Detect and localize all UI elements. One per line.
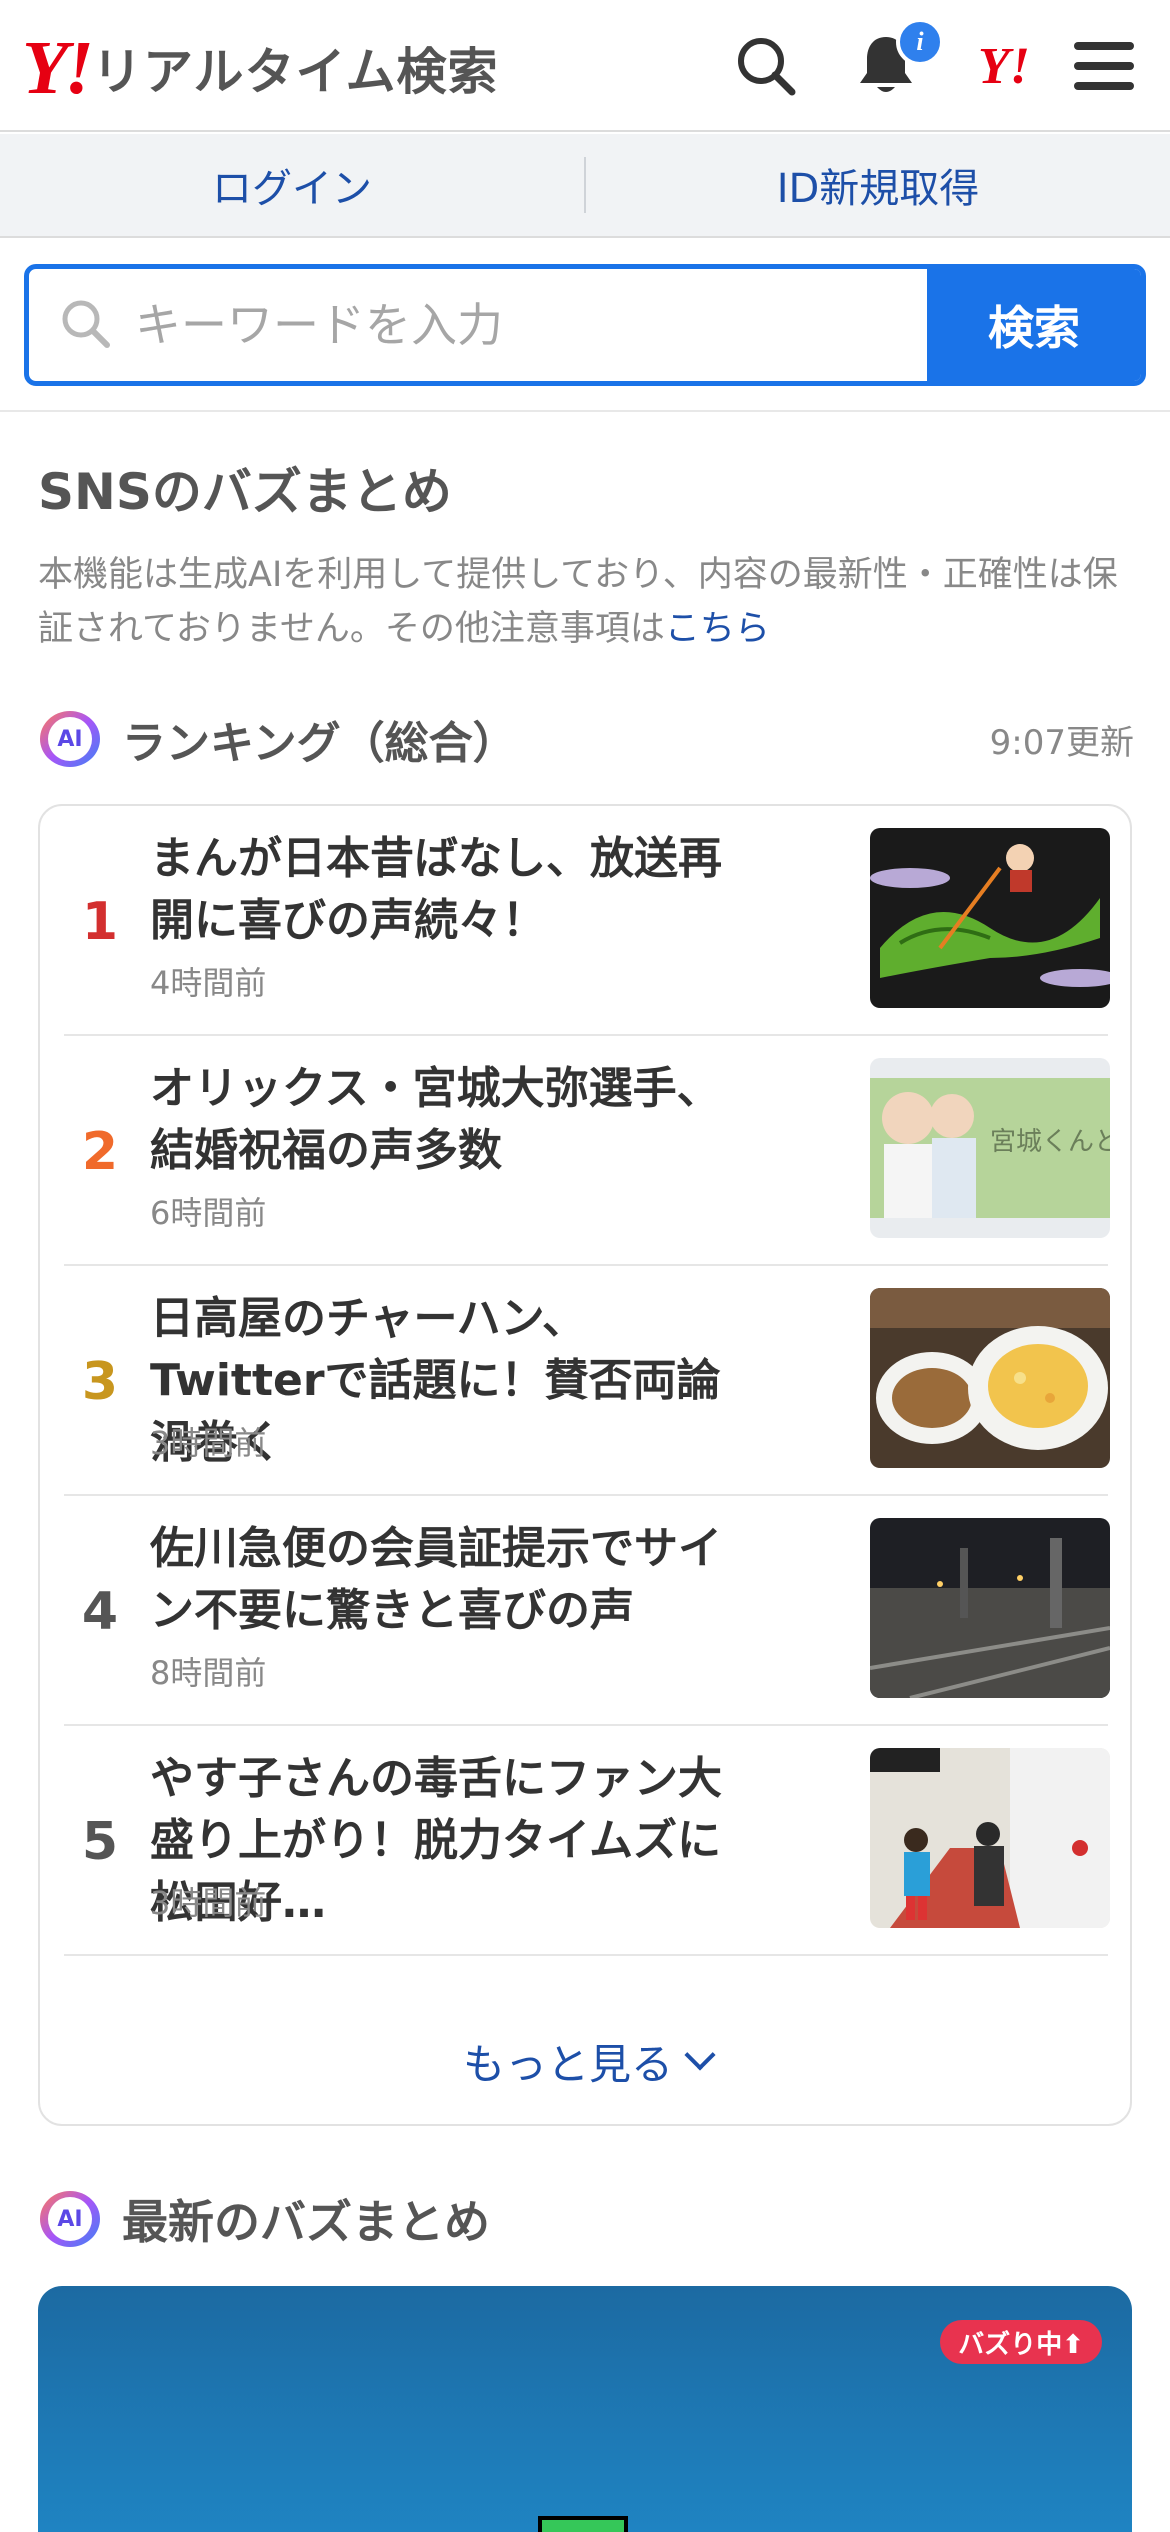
trending-badge: バズり中⬆ bbox=[940, 2320, 1102, 2364]
chevron-down-icon bbox=[684, 2039, 716, 2071]
thumbnail-image bbox=[870, 1288, 1110, 1468]
rank-title: まんが日本昔ばなし、放送再開に喜びの声続々！ bbox=[150, 833, 722, 946]
search-field bbox=[29, 269, 927, 381]
latest-buzz-card[interactable]: バズり中⬆ bbox=[38, 2286, 1132, 2532]
disclaimer-link[interactable]: こちら bbox=[665, 609, 770, 649]
login-link[interactable]: ログイン bbox=[0, 156, 584, 214]
ai-label: AI bbox=[48, 717, 92, 761]
card-illustration bbox=[538, 2516, 628, 2532]
rank-time: 3時間前 bbox=[150, 1424, 267, 1462]
rank-title: オリックス・宮城大弥選手、結婚祝福の声多数 bbox=[150, 1063, 721, 1176]
logo-text: リアルタイム検索 bbox=[92, 43, 499, 101]
more-label: もっと見る bbox=[462, 2039, 673, 2089]
ranking-item[interactable]: 2 オリックス・宮城大弥選手、結婚祝福の声多数 6時間前 宮城くんとろー bbox=[64, 1036, 1110, 1266]
ai-icon: AI bbox=[40, 2191, 100, 2247]
rank-time: 3時間前 bbox=[150, 1884, 267, 1922]
account-bar: ログイン ID新規取得 bbox=[0, 134, 1170, 238]
yahoo-realtime-logo[interactable]: Y! リアルタイム検索 bbox=[22, 28, 499, 108]
thumbnail-image bbox=[870, 1518, 1110, 1698]
rank-number: 1 bbox=[81, 892, 119, 952]
ai-icon: AI bbox=[40, 711, 100, 767]
rank-time: 8時間前 bbox=[150, 1654, 267, 1692]
thumbnail-image bbox=[870, 828, 1110, 1008]
ranking-header: AI ランキング（総合） 9:07更新 bbox=[40, 706, 1134, 772]
latest-header: AI 最新のバズまとめ bbox=[40, 2186, 490, 2252]
search-input[interactable] bbox=[135, 298, 835, 352]
rank-number: 2 bbox=[81, 1122, 119, 1182]
register-link[interactable]: ID新規取得 bbox=[586, 156, 1170, 214]
yahoo-japan-icon[interactable]: Y! bbox=[968, 30, 1040, 102]
yahoo-logo-mark: Y! bbox=[22, 26, 94, 110]
ranking-title: ランキング（総合） bbox=[122, 718, 517, 769]
thumbnail-image bbox=[870, 1748, 1110, 1928]
rank-number: 5 bbox=[81, 1812, 119, 1872]
thumbnail-image: 宮城くんとろー bbox=[870, 1058, 1110, 1238]
rank-time: 4時間前 bbox=[150, 964, 267, 1002]
notification-bell-icon[interactable]: i bbox=[850, 18, 944, 102]
latest-title: 最新のバズまとめ bbox=[122, 2195, 490, 2249]
app-header: Y! リアルタイム検索 i Y! bbox=[0, 0, 1170, 132]
rank-number: 3 bbox=[81, 1352, 119, 1412]
ranking-card: 1 まんが日本昔ばなし、放送再開に喜びの声続々！ 4時間前 2 オリックス・宮城… bbox=[38, 804, 1132, 2126]
search-field-icon bbox=[59, 297, 111, 353]
ranking-item[interactable]: 4 佐川急便の会員証提示でサイン不要に驚きと喜びの声 8時間前 bbox=[64, 1496, 1110, 1726]
rank-time: 6時間前 bbox=[150, 1194, 267, 1232]
search-form: 検索 bbox=[24, 264, 1146, 386]
rank-title: 佐川急便の会員証提示でサイン不要に驚きと喜びの声 bbox=[150, 1523, 722, 1636]
svg-text:宮城くんとろー: 宮城くんとろー bbox=[990, 1127, 1110, 1157]
search-icon[interactable] bbox=[730, 30, 802, 102]
ranking-item[interactable]: 1 まんが日本昔ばなし、放送再開に喜びの声続々！ 4時間前 bbox=[64, 806, 1110, 1036]
more-button[interactable]: もっと見る bbox=[40, 2006, 1134, 2116]
rank-number: 4 bbox=[81, 1582, 119, 1642]
ranking-item[interactable]: 3 日高屋のチャーハン、Twitterで話題に！賛否両論渦巻く 3時間前 bbox=[64, 1266, 1110, 1496]
ai-label: AI bbox=[48, 2197, 92, 2241]
search-button[interactable]: 検索 bbox=[927, 269, 1141, 381]
ranking-updated-time: 9:07更新 bbox=[989, 722, 1134, 763]
ai-disclaimer: 本機能は生成AIを利用して提供しており、内容の最新性・正確性は保証されておりませ… bbox=[38, 548, 1138, 656]
disclaimer-text: 本機能は生成AIを利用して提供しており、内容の最新性・正確性は保証されておりませ… bbox=[38, 555, 1118, 649]
section-title: SNSのバズまとめ bbox=[38, 463, 452, 521]
ranking-item[interactable]: 5 やす子さんの毒舌にファン大盛り上がり！脱力タイムズに松田好… 3時間前 bbox=[64, 1726, 1110, 1956]
divider bbox=[0, 410, 1170, 412]
notification-badge: i bbox=[896, 18, 944, 66]
hamburger-menu-icon[interactable] bbox=[1068, 30, 1140, 102]
